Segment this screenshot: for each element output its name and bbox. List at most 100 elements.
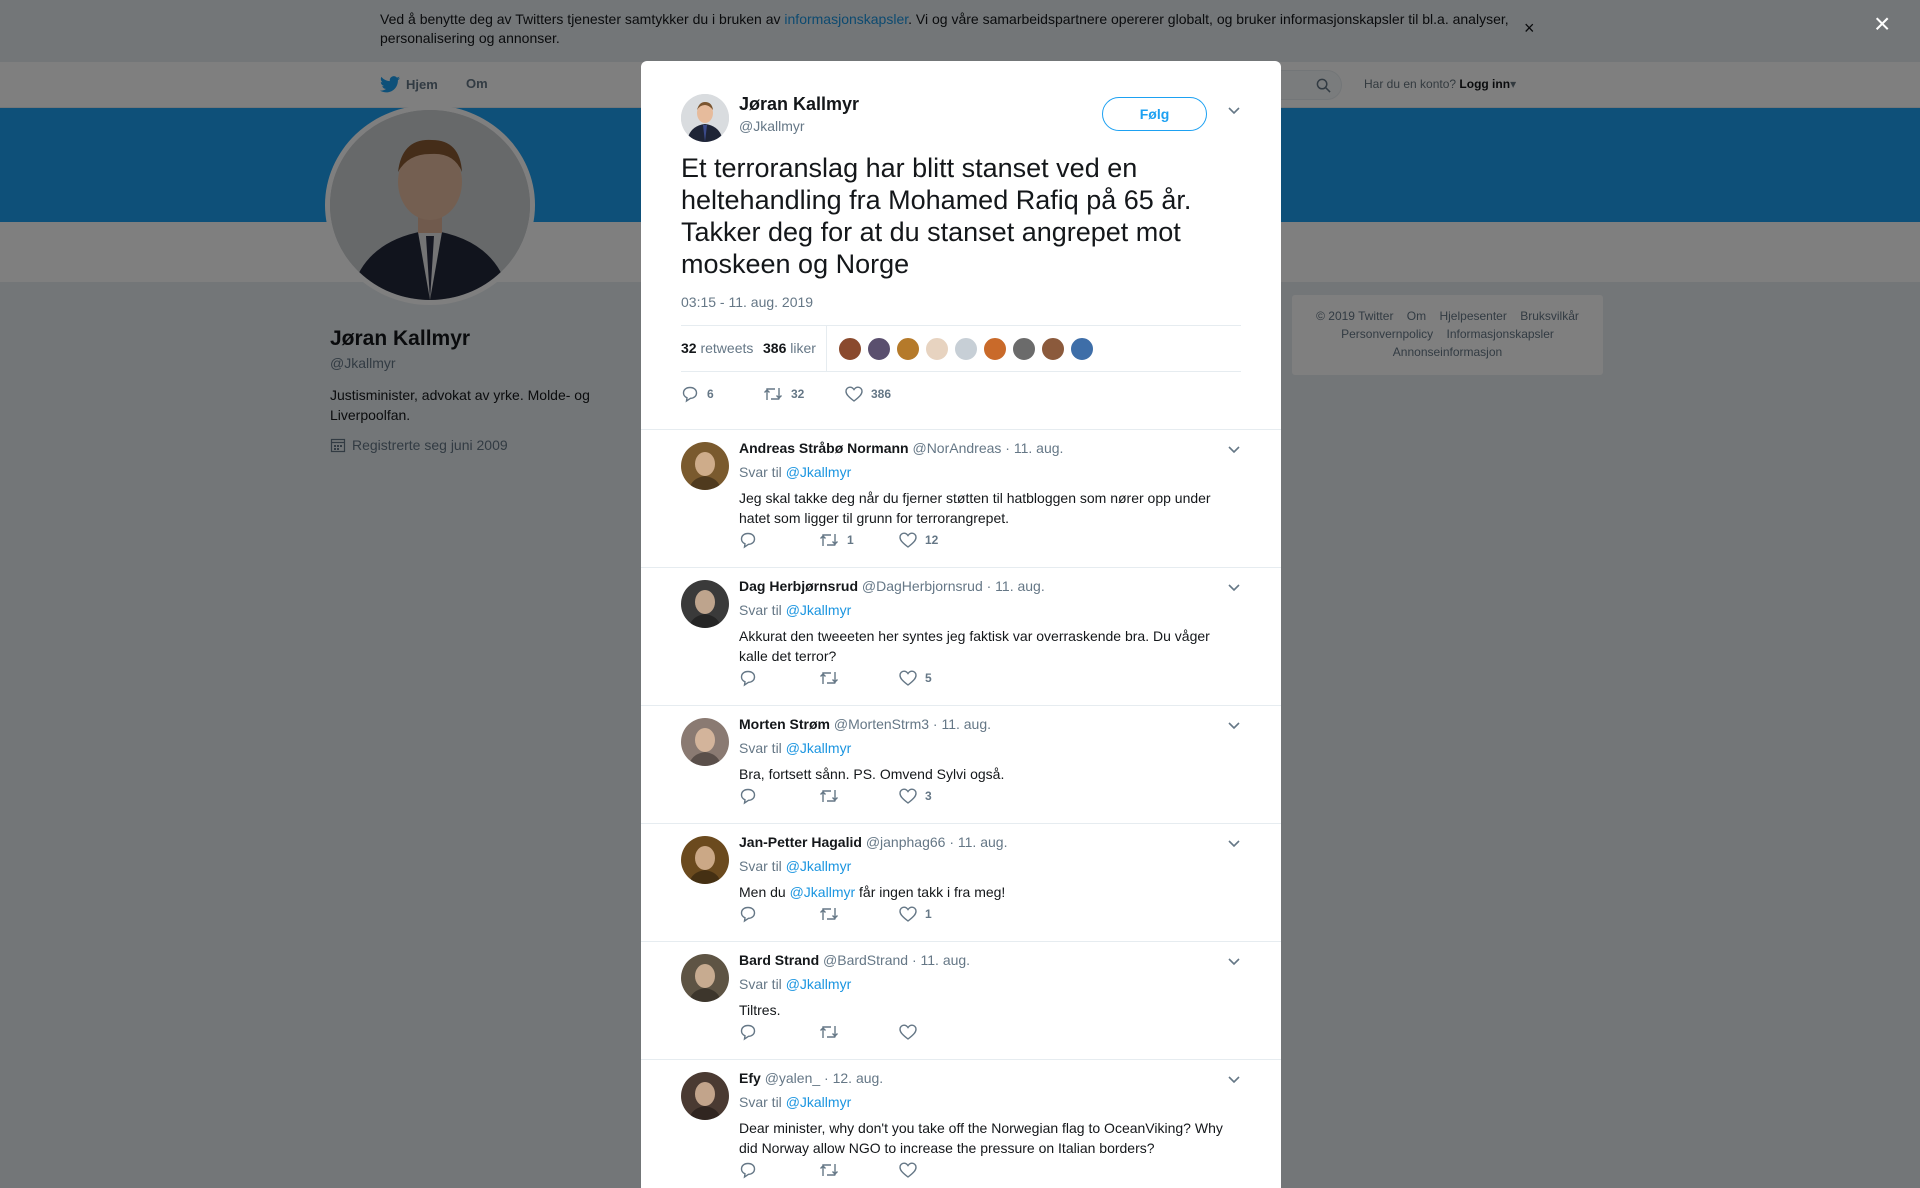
reply-to-link[interactable]: @Jkallmyr [786,976,852,992]
retweet-action[interactable]: 32 [763,386,845,402]
reply-action[interactable] [739,531,819,549]
tweet-text: Et terroranslag har blitt stanset ved en… [681,153,1192,279]
reply-avatar[interactable] [681,442,729,490]
reply-author-name[interactable]: Efy [739,1070,761,1086]
reply-author-handle[interactable]: @DagHerbjornsrud [862,578,983,594]
chevron-down-icon[interactable] [1227,956,1241,966]
reply-avatar[interactable] [681,718,729,766]
reply-actions [739,1023,979,1041]
chevron-down-icon[interactable] [1227,105,1241,115]
heart-icon [845,386,863,402]
retweets-stat[interactable]: 32 retweets [681,340,753,356]
reply-date[interactable]: · 11. aug. [1005,440,1063,456]
reply-date[interactable]: · 11. aug. [912,952,970,968]
reply-author-handle[interactable]: @janphag66 [866,834,946,850]
reply-author-name[interactable]: Andreas Stråbø Normann [739,440,909,456]
reply-avatar[interactable] [681,954,729,1002]
retweet-action[interactable] [819,1162,899,1178]
liker-avatar[interactable] [925,337,949,361]
reply-date[interactable]: · 11. aug. [949,834,1007,850]
like-action[interactable]: 5 [899,670,979,686]
reply-to-link[interactable]: @Jkallmyr [786,740,852,756]
retweet-action[interactable] [819,670,899,686]
reply-icon [682,386,698,403]
follow-button[interactable]: Følg [1102,97,1207,131]
chevron-down-icon[interactable] [1227,838,1241,848]
reply-text: Tiltres. [739,1002,781,1018]
reply-author-handle[interactable]: @MortenStrm3 [834,716,929,732]
reply-avatar[interactable] [681,1072,729,1120]
retweet-action[interactable] [819,1024,899,1040]
liker-avatar[interactable] [896,337,920,361]
author-avatar[interactable] [681,94,729,142]
reply-header: Dag Herbjørnsrud @DagHerbjornsrud · 11. … [739,578,1045,594]
retweet-action[interactable]: 1 [819,532,899,548]
retweet-action[interactable] [819,906,899,922]
chevron-down-icon[interactable] [1227,444,1241,454]
reply-tweet[interactable]: Andreas Stråbø Normann @NorAndreas · 11.… [641,430,1281,568]
reply-header: Jan-Petter Hagalid @janphag66 · 11. aug. [739,834,1007,850]
reply-header: Efy @yalen_ · 12. aug. [739,1070,883,1086]
reply-tweet[interactable]: Jan-Petter Hagalid @janphag66 · 11. aug.… [641,824,1281,942]
reply-icon [740,1024,756,1041]
reply-tweet[interactable]: Morten Strøm @MortenStrm3 · 11. aug. Svar… [641,706,1281,824]
reply-action[interactable] [739,1161,819,1179]
author-name[interactable]: Jøran Kallmyr [739,94,859,115]
reply-to-link[interactable]: @Jkallmyr [786,858,852,874]
author-handle[interactable]: @Jkallmyr [739,118,805,134]
reply-to-link[interactable]: @Jkallmyr [786,1094,852,1110]
tweet-timestamp[interactable]: 03:15 - 11. aug. 2019 [681,294,813,310]
like-action[interactable] [899,1024,979,1040]
liker-avatar[interactable] [867,337,891,361]
reply-author-handle[interactable]: @yalen_ [765,1070,820,1086]
tweet-modal: Jøran Kallmyr @Jkallmyr Følg Et terroran… [641,61,1281,1188]
mention-link[interactable]: @Jkallmyr [790,884,856,900]
reply-author-handle[interactable]: @NorAndreas [912,440,1001,456]
reply-author-name[interactable]: Bard Strand [739,952,819,968]
liker-avatar[interactable] [1070,337,1094,361]
reply-date[interactable]: · 11. aug. [987,578,1045,594]
reply-tweet[interactable]: Bard Strand @BardStrand · 11. aug. Svar t… [641,942,1281,1060]
chevron-down-icon[interactable] [1227,582,1241,592]
reply-action[interactable] [739,669,819,687]
reply-avatar-image [689,1082,721,1120]
reply-context: Svar til @Jkallmyr [739,602,852,618]
reply-action[interactable]: 6 [681,385,763,403]
reply-action[interactable] [739,1023,819,1041]
liker-avatar[interactable] [1041,337,1065,361]
liker-avatar[interactable] [838,337,862,361]
reply-tweet[interactable]: Dag Herbjørnsrud @DagHerbjornsrud · 11. … [641,568,1281,706]
retweet-action[interactable] [819,788,899,804]
liker-avatar[interactable] [954,337,978,361]
reply-date[interactable]: · 12. aug. [824,1070,883,1086]
retweet-icon [820,1026,838,1038]
reply-icon [740,532,756,549]
liker-avatar[interactable] [983,337,1007,361]
reply-avatar[interactable] [681,836,729,884]
reply-action[interactable] [739,905,819,923]
reply-to-link[interactable]: @Jkallmyr [786,464,852,480]
like-action[interactable]: 12 [899,532,979,548]
reply-to-link[interactable]: @Jkallmyr [786,602,852,618]
reply-context: Svar til @Jkallmyr [739,858,852,874]
reply-date[interactable]: · 11. aug. [933,716,991,732]
reply-action[interactable] [739,787,819,805]
reply-author-handle[interactable]: @BardStrand [823,952,908,968]
retweet-icon [820,908,838,920]
reply-author-name[interactable]: Morten Strøm [739,716,830,732]
close-icon[interactable]: × [1874,10,1890,38]
like-action[interactable]: 386 [845,386,927,402]
like-action[interactable] [899,1162,979,1178]
liker-avatar[interactable] [1012,337,1036,361]
like-action[interactable]: 3 [899,788,979,804]
chevron-down-icon[interactable] [1227,720,1241,730]
reply-author-name[interactable]: Jan-Petter Hagalid [739,834,862,850]
reply-icon [740,670,756,687]
reply-context: Svar til @Jkallmyr [739,464,852,480]
reply-author-name[interactable]: Dag Herbjørnsrud [739,578,858,594]
reply-avatar[interactable] [681,580,729,628]
likes-stat[interactable]: 386 liker [763,340,816,356]
reply-tweet[interactable]: Efy @yalen_ · 12. aug. Svar til @Jkallmyr… [641,1060,1281,1188]
chevron-down-icon[interactable] [1227,1074,1241,1084]
like-action[interactable]: 1 [899,906,979,922]
